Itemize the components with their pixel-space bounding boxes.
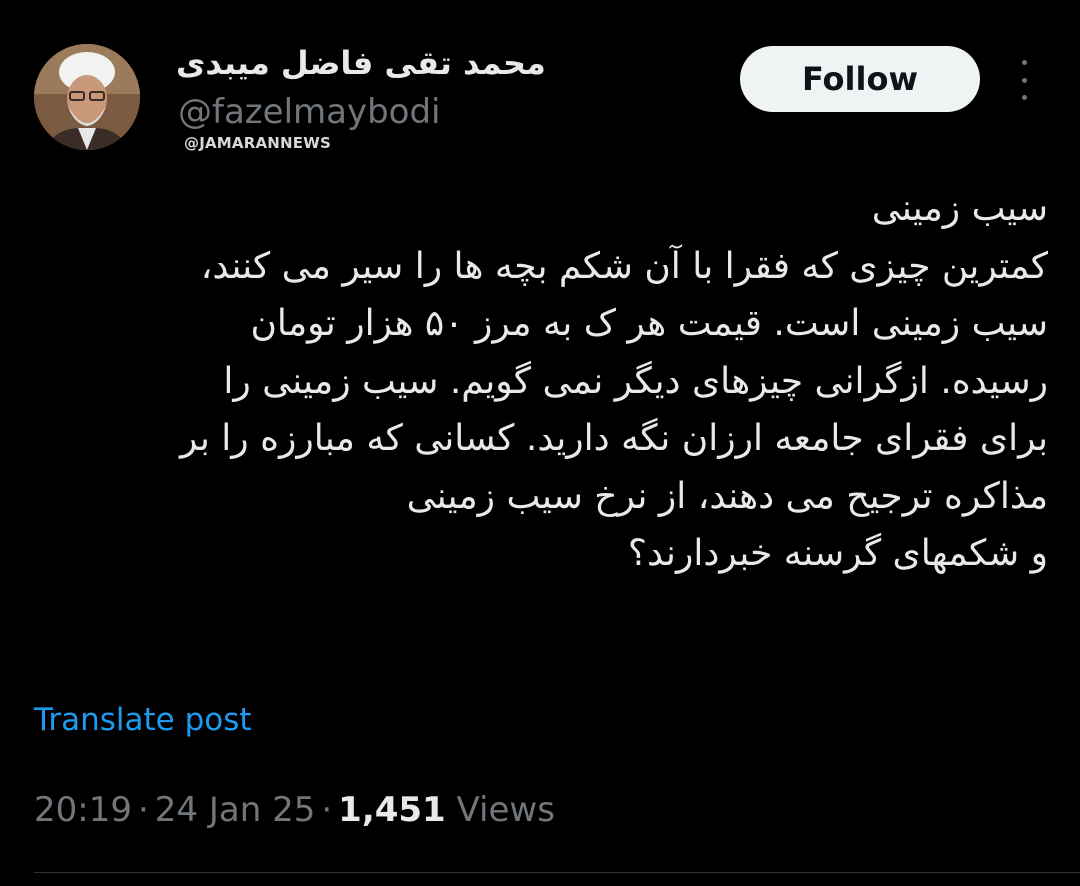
- post-line: مذاکره ترجیح می دهند، از نرخ سیب زمینی: [406, 475, 1048, 517]
- views-count: 1,451: [338, 790, 446, 830]
- more-dot: [1021, 95, 1027, 100]
- meta-separator: ·: [321, 790, 333, 830]
- post-line: برای فقرای جامعه ارزان نگه دارید. کسانی …: [179, 418, 1048, 459]
- more-vertical-icon[interactable]: [1012, 60, 1036, 100]
- post-time[interactable]: 20:19: [34, 790, 132, 830]
- post-text: سیب زمینی کمترین چیزی که فقرا با آن شکم …: [40, 180, 1048, 583]
- meta-separator: ·: [137, 790, 149, 830]
- post-date[interactable]: 24 Jan 25: [155, 790, 316, 830]
- tweet: محمد تقی فاضل میبدی @fazelmaybodi @JAMAR…: [0, 0, 1080, 886]
- post-line: کمترین چیزی که فقرا با آن شکم بچه ها را …: [200, 245, 1048, 287]
- author-display-name[interactable]: محمد تقی فاضل میبدی: [176, 44, 546, 82]
- post-line: سیب زمینی: [871, 188, 1048, 229]
- post-line: و شکمهای گرسنه خبردارند؟: [627, 533, 1048, 574]
- translate-post-link[interactable]: Translate post: [34, 702, 252, 738]
- follow-button[interactable]: Follow: [740, 46, 980, 112]
- author-handle[interactable]: @fazelmaybodi: [178, 92, 441, 132]
- more-dot: [1021, 77, 1027, 83]
- divider: [34, 872, 1080, 873]
- watermark: @JAMARANNEWS: [184, 134, 331, 152]
- post-meta: 20:19 · 24 Jan 25 · 1,451 Views: [34, 790, 555, 830]
- profile-photo: [34, 44, 140, 150]
- post-line: رسیده. ازگرانی چیزهای دیگر نمی گویم. سیب…: [223, 360, 1048, 402]
- views-label: Views: [456, 790, 555, 830]
- more-dot: [1021, 60, 1027, 65]
- post-line: سیب زمینی است. قیمت هر ک به مرز ۵۰ هزار …: [250, 303, 1048, 344]
- avatar[interactable]: [34, 44, 140, 150]
